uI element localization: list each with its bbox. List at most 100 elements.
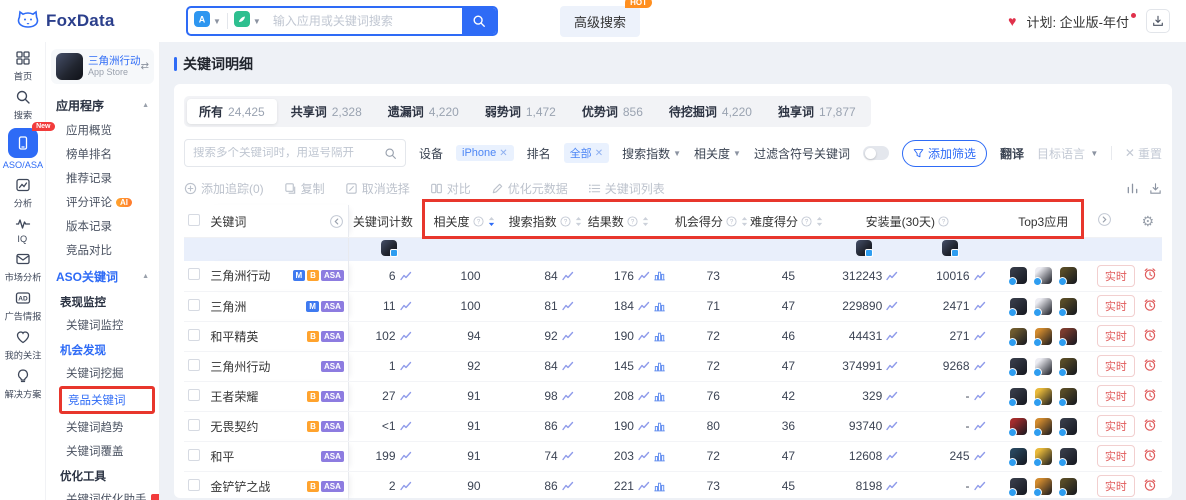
alarm-icon[interactable] — [1143, 298, 1157, 312]
top3-app-icon[interactable] — [1007, 387, 1027, 407]
help-icon[interactable]: ? — [560, 215, 571, 227]
trend-chart-icon[interactable] — [399, 481, 412, 491]
rail-item-my-follow[interactable]: 我的关注 — [3, 329, 43, 362]
trend-chart-icon[interactable] — [638, 451, 650, 461]
trend-chart-icon[interactable] — [886, 421, 898, 431]
sidebar-item-version-history[interactable]: 版本记录 — [46, 214, 159, 238]
trend-chart-icon[interactable] — [561, 481, 574, 491]
trend-chart-icon[interactable] — [561, 421, 574, 431]
rail-item-search[interactable]: 搜索 — [13, 89, 33, 122]
alarm-icon[interactable] — [1143, 478, 1157, 492]
add-filter-button[interactable]: 添加筛选 — [901, 139, 987, 167]
trend-chart-icon[interactable] — [973, 361, 986, 371]
top3-app-icon[interactable] — [1032, 357, 1052, 377]
search-icon[interactable] — [384, 147, 397, 160]
trend-chart-icon[interactable] — [973, 331, 986, 341]
realtime-button[interactable]: 实时 — [1096, 264, 1135, 287]
sort-icon[interactable] — [641, 215, 650, 228]
top3-app-icon[interactable] — [1007, 477, 1027, 497]
keyword-name[interactable]: 无畏契约 — [210, 418, 258, 435]
keyword-name[interactable]: 三角州行动 — [210, 358, 270, 375]
sidebar-item-competitor-keywords[interactable]: 竞品关键词 — [59, 386, 155, 414]
top3-app-icon[interactable] — [1032, 387, 1052, 407]
collapse-left-icon[interactable] — [329, 214, 344, 229]
alarm-icon[interactable] — [1143, 267, 1157, 281]
keyword-name[interactable]: 三角洲 — [210, 298, 246, 315]
alarm-icon[interactable] — [1143, 448, 1157, 462]
search-index-dropdown[interactable]: 搜索指数 ▼ — [622, 145, 681, 162]
top3-app-icon[interactable] — [1007, 267, 1027, 287]
sort-icon[interactable] — [574, 215, 583, 228]
trend-chart-icon[interactable] — [561, 391, 574, 401]
keyword-name[interactable]: 金铲铲之战 — [210, 478, 270, 495]
remove-tag-icon[interactable]: ✕ — [499, 148, 507, 159]
remove-tag-icon[interactable]: ✕ — [595, 148, 603, 159]
toolbar-add-track-button[interactable]: 添加追踪(0) — [184, 180, 264, 197]
trend-chart-icon[interactable] — [638, 271, 650, 281]
sidebar-item-keyword-optimizer[interactable]: 关键词优化助手 — [46, 487, 159, 500]
realtime-button[interactable]: 实时 — [1096, 475, 1135, 497]
swap-app-icon[interactable]: ⇄ — [141, 61, 149, 72]
rank-filter-tag[interactable]: 全部 ✕ — [563, 143, 610, 163]
search-button[interactable] — [462, 8, 496, 34]
alarm-icon[interactable] — [1143, 358, 1157, 372]
results-apps-icon[interactable] — [654, 361, 665, 372]
trend-chart-icon[interactable] — [561, 271, 574, 281]
help-icon[interactable]: ? — [627, 215, 638, 227]
trend-chart-icon[interactable] — [638, 421, 650, 431]
trend-chart-icon[interactable] — [399, 331, 412, 341]
rail-item-analysis[interactable]: 分析 — [13, 177, 33, 210]
trend-chart-icon[interactable] — [399, 361, 412, 371]
foxdata-logo[interactable]: FoxData — [16, 7, 144, 36]
top3-app-icon[interactable] — [1032, 417, 1052, 437]
top3-app-icon[interactable] — [1057, 477, 1077, 497]
rail-item-ad-intel[interactable]: AD 广告情报 — [3, 290, 43, 323]
store-selector-secondary[interactable]: ▼ — [228, 10, 267, 32]
relevance-dropdown[interactable]: 相关度 ▼ — [694, 145, 741, 162]
tab-to-mine[interactable]: 待挖掘词 4,220 — [657, 99, 764, 124]
symbol-filter-toggle[interactable] — [862, 146, 889, 160]
trend-chart-icon[interactable] — [638, 361, 650, 371]
top3-app-icon[interactable] — [1007, 417, 1027, 437]
top3-app-icon[interactable] — [1032, 447, 1052, 467]
trend-chart-icon[interactable] — [561, 301, 574, 311]
sort-desc-icon[interactable] — [487, 215, 496, 228]
sidebar-item-rank-list[interactable]: 榜单排名 — [46, 142, 159, 166]
top3-app-icon[interactable] — [1032, 267, 1052, 287]
trend-chart-icon[interactable] — [399, 391, 412, 401]
download-button[interactable] — [1146, 9, 1170, 33]
trend-chart-icon[interactable] — [886, 391, 898, 401]
top3-app-icon[interactable] — [1057, 267, 1077, 287]
rail-item-iq[interactable]: IQ — [15, 216, 31, 245]
trend-chart-icon[interactable] — [886, 301, 898, 311]
trend-chart-icon[interactable] — [973, 451, 986, 461]
keyword-search-input[interactable] — [193, 147, 384, 159]
row-checkbox[interactable] — [188, 358, 200, 371]
toolbar-compare-button[interactable]: 对比 — [430, 180, 471, 197]
top3-app-icon[interactable] — [1057, 387, 1077, 407]
sidebar-item-featured-records[interactable]: 推荐记录 — [46, 166, 159, 190]
export-download-icon[interactable] — [1149, 182, 1162, 195]
rail-item-solutions[interactable]: 解决方案 — [3, 368, 43, 401]
tab-missed[interactable]: 遗漏词 4,220 — [376, 99, 471, 124]
tab-all[interactable]: 所有 24,425 — [187, 99, 277, 124]
trend-chart-icon[interactable] — [399, 301, 412, 311]
reset-button[interactable]: ✕ 重置 — [1125, 145, 1162, 162]
row-checkbox[interactable] — [188, 478, 200, 491]
trend-chart-icon[interactable] — [973, 481, 986, 491]
row-checkbox[interactable] — [188, 298, 200, 311]
trend-chart-icon[interactable] — [886, 361, 898, 371]
results-apps-icon[interactable] — [654, 391, 665, 402]
top3-app-icon[interactable] — [1057, 417, 1077, 437]
help-icon[interactable]: ? — [801, 215, 812, 227]
alarm-icon[interactable] — [1143, 328, 1157, 342]
row-checkbox[interactable] — [188, 448, 200, 461]
global-search-input[interactable] — [266, 14, 462, 28]
trend-chart-icon[interactable] — [561, 451, 574, 461]
alarm-icon[interactable] — [1143, 418, 1157, 432]
trend-chart-icon[interactable] — [886, 481, 898, 491]
device-filter-tag[interactable]: iPhone ✕ — [456, 145, 514, 161]
sidebar-item-keyword-trends[interactable]: 关键词趋势 — [46, 415, 159, 439]
chart-view-icon[interactable] — [1126, 182, 1139, 195]
toolbar-copy-button[interactable]: 复制 — [284, 180, 325, 197]
